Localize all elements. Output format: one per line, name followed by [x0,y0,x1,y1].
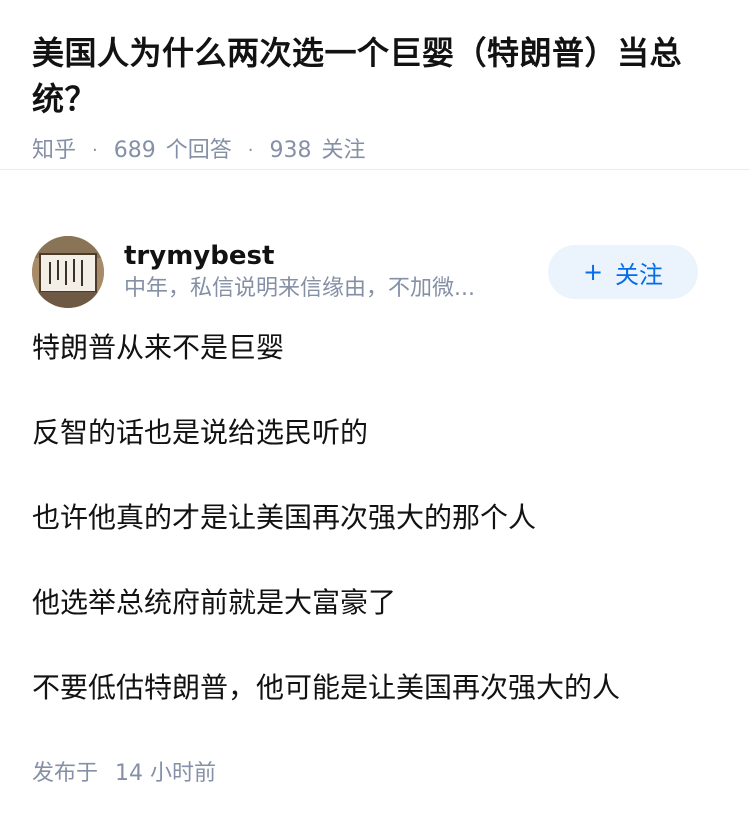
follower-count: 938 [269,138,312,163]
plus-icon: + [582,258,604,286]
publish-prefix: 发布于 [32,761,99,786]
follow-button-label: 关注 [615,260,664,289]
author-bio: 中年，私信说明来信缘由，不加微... [124,276,475,301]
follower-count-label: 关注 [321,138,366,163]
answer-count: 689 [113,138,156,163]
answer-paragraph: 特朗普从来不是巨婴 [32,331,285,364]
follow-button[interactable]: + 关注 [548,245,698,299]
answer-count-label: 个回答 [165,138,232,163]
answer-paragraph: 不要低估特朗普，他可能是让美国再次强大的人 [32,671,621,704]
publish-time-value: 14 小时前 [115,761,217,786]
publish-time: 发布于 14 小时前 [32,760,216,788]
author-row: trymybest 中年，私信说明来信缘由，不加微... + 关注 [32,236,698,308]
question-meta: 知乎 · 689 个回答 · 938 关注 [32,136,718,166]
avatar[interactable] [32,236,104,308]
answer-body: 特朗普从来不是巨婴 反智的话也是说给选民听的 也许他真的才是让美国再次强大的那个… [32,334,718,759]
meta-separator: · [247,140,254,161]
answer-paragraph: 他选举总统府前就是大富豪了 [32,586,397,619]
answer-paragraph: 也许他真的才是让美国再次强大的那个人 [32,501,537,534]
author-name[interactable]: trymybest [124,239,548,273]
author-info: trymybest 中年，私信说明来信缘由，不加微... [124,239,548,305]
meta-separator: · [92,140,98,161]
calligraphy-avatar-image [32,236,104,308]
answer-paragraph: 反智的话也是说给选民听的 [32,416,369,449]
question-header: 美国人为什么两次选一个巨婴（特朗普）当总统？ 知乎 · 689 个回答 · 93… [0,0,750,170]
question-title[interactable]: 美国人为什么两次选一个巨婴（特朗普）当总统？ [32,30,718,122]
source-label[interactable]: 知乎 [32,136,76,166]
